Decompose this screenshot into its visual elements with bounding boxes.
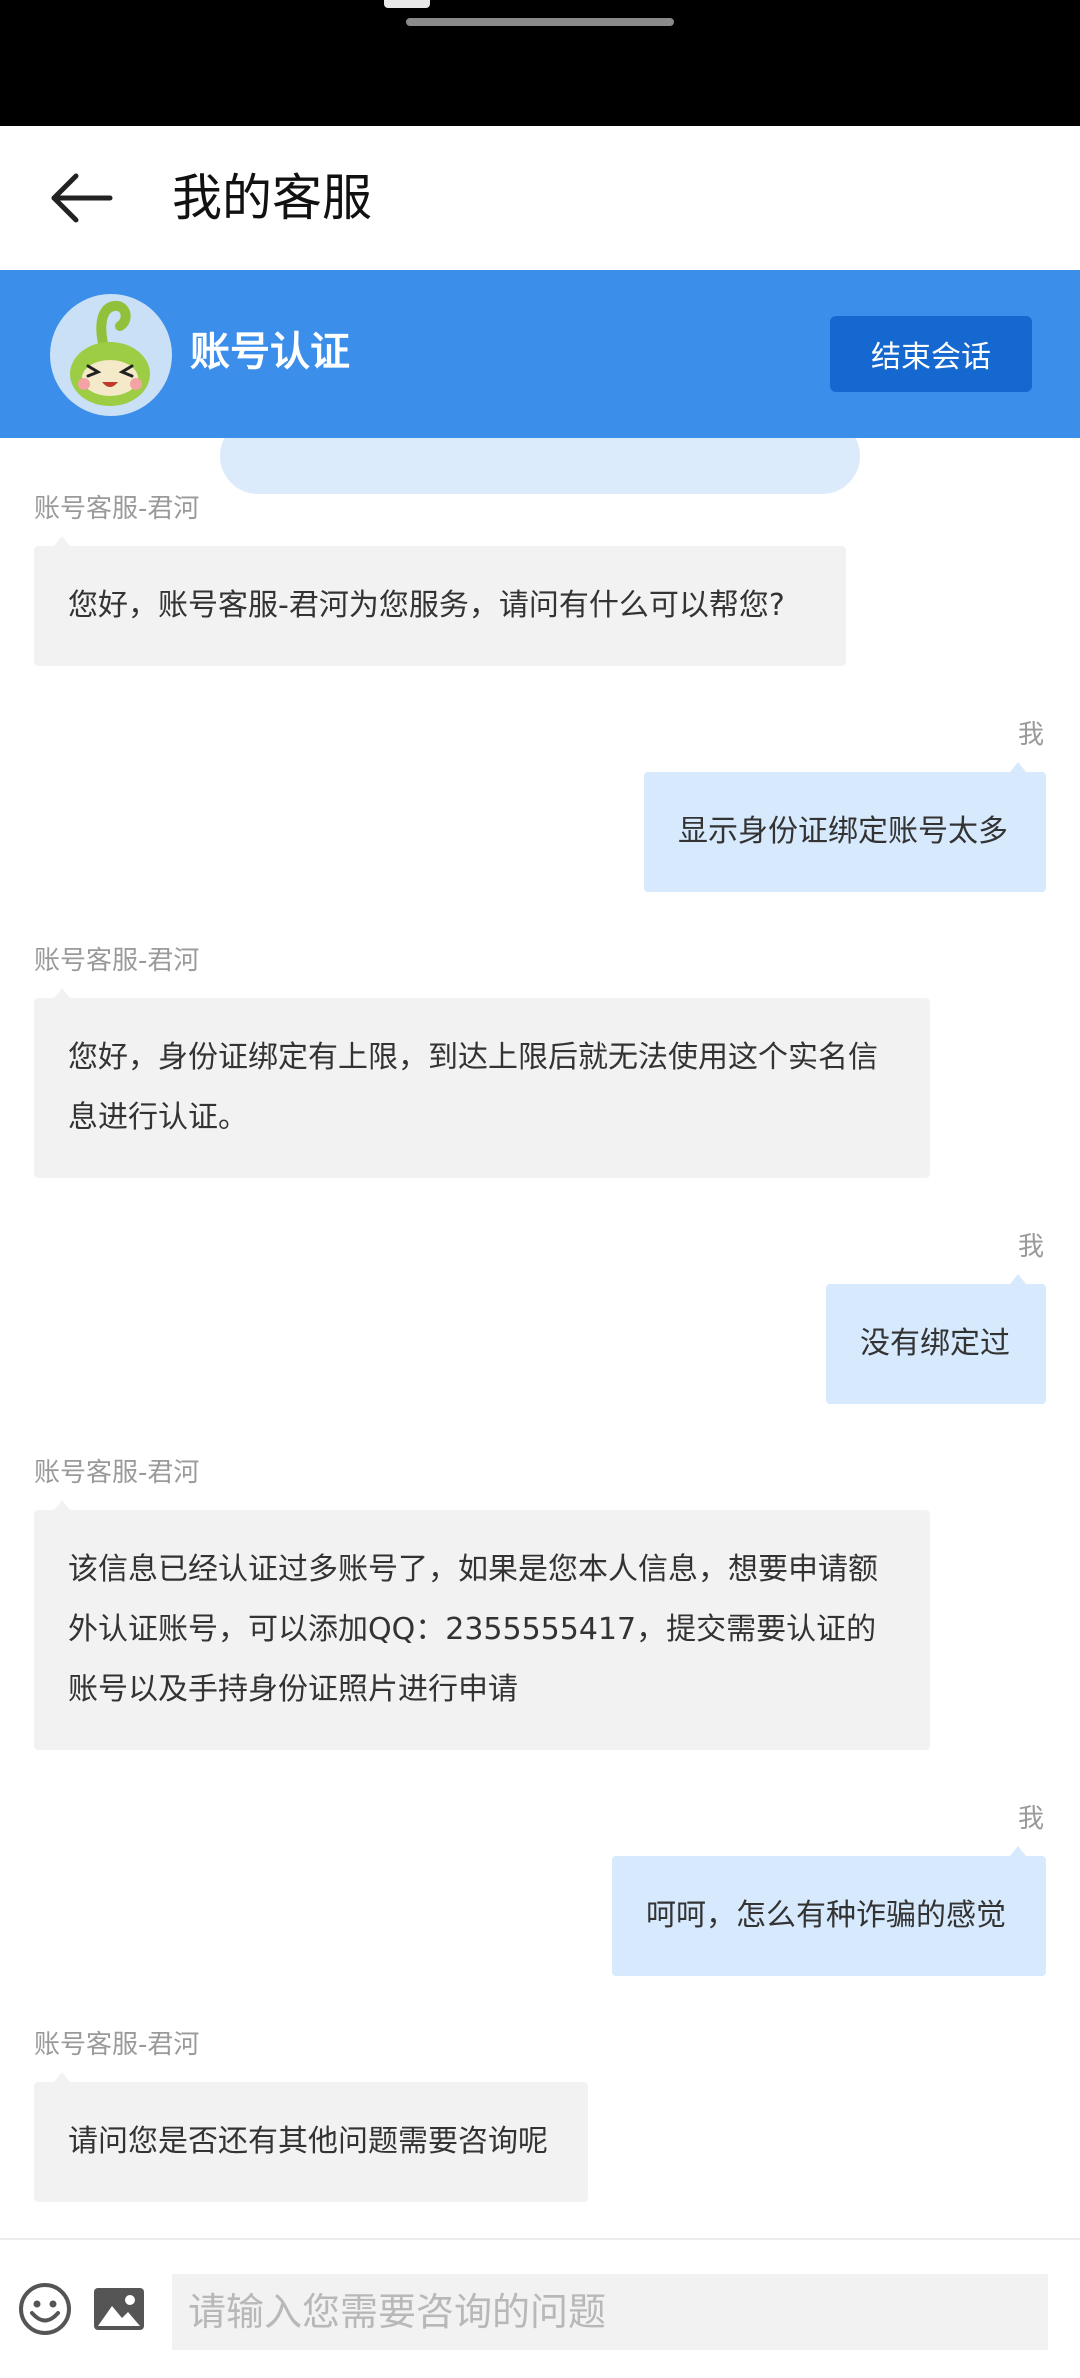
emoji-button[interactable]	[18, 2282, 72, 2336]
agent-message: 您好，账号客服-君河为您服务，请问有什么可以帮您?	[34, 536, 846, 666]
message-input[interactable]	[172, 2274, 1048, 2350]
previous-message-bubble	[220, 438, 860, 494]
smiley-icon	[19, 2283, 71, 2335]
status-icon	[384, 0, 430, 8]
sender-label: 账号客服-君河	[34, 1458, 200, 1488]
sender-label: 我	[1017, 1232, 1044, 1262]
agent-message: 请问您是否还有其他问题需要咨询呢	[34, 2072, 588, 2202]
sender-label: 账号客服-君河	[34, 2030, 200, 2060]
page-title: 我的客服	[172, 169, 372, 227]
my-message: 显示身份证绑定账号太多	[644, 762, 1046, 892]
sender-label: 我	[1017, 1804, 1044, 1834]
title-bar: 我的客服	[0, 126, 1080, 271]
image-icon	[94, 2288, 144, 2330]
status-bar	[0, 0, 1080, 126]
end-session-button[interactable]: 结束会话	[830, 316, 1032, 392]
my-message: 没有绑定过	[826, 1274, 1046, 1404]
sender-label: 我	[1017, 720, 1044, 750]
agent-message: 您好，身份证绑定有上限，到达上限后就无法使用这个实名信息进行认证。	[34, 988, 930, 1178]
session-title: 账号认证	[190, 329, 350, 375]
image-button[interactable]	[92, 2286, 146, 2332]
agent-message: 该信息已经认证过多账号了，如果是您本人信息，想要申请额外认证账号，可以添加QQ：…	[34, 1500, 930, 1750]
input-bar	[0, 2238, 1080, 2378]
chat-area[interactable]: 账号客服-君河 您好，账号客服-君河为您服务，请问有什么可以帮您? 我 显示身份…	[0, 438, 1080, 2238]
back-button[interactable]	[40, 166, 120, 230]
gesture-pill	[406, 18, 674, 26]
my-message: 呵呵，怎么有种诈骗的感觉	[612, 1846, 1046, 1976]
mascot-icon	[70, 300, 150, 406]
session-header: 账号认证 结束会话	[0, 270, 1080, 438]
arrow-left-icon	[51, 173, 113, 223]
sender-label: 账号客服-君河	[34, 494, 200, 524]
avatar	[50, 294, 172, 416]
sender-label: 账号客服-君河	[34, 946, 200, 976]
